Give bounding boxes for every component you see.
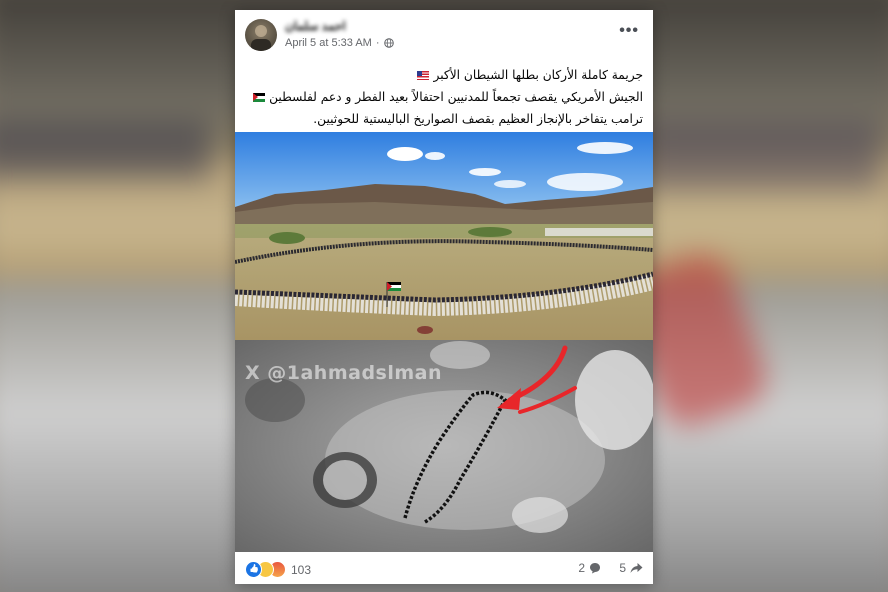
author-name[interactable]: احمد سلمان xyxy=(285,19,346,33)
post-text-line-3: ترامب يتفاخر بالإنجاز العظيم بقصف الصوار… xyxy=(313,112,643,126)
post-photo-aerial[interactable]: X @1ahmadslman xyxy=(235,340,653,552)
like-icon xyxy=(245,561,262,578)
us-flag-icon xyxy=(417,71,430,80)
reactions-summary[interactable]: 103 xyxy=(245,561,311,578)
comments-count-button[interactable]: 2 xyxy=(578,561,601,575)
facebook-post-card: احمد سلمان April 5 at 5:33 AM · ••• جريم… xyxy=(235,10,653,584)
post-header: احمد سلمان April 5 at 5:33 AM · ••• xyxy=(235,10,653,62)
post-meta: April 5 at 5:33 AM · xyxy=(285,37,394,49)
share-arrow-icon xyxy=(630,563,643,573)
comments-count: 2 xyxy=(578,561,585,575)
more-options-icon[interactable]: ••• xyxy=(619,22,639,40)
shares-count-button[interactable]: 5 xyxy=(619,561,643,575)
globe-icon xyxy=(383,38,394,48)
post-text-line-1: جريمة كاملة الأركان بطلها الشيطان الأكبر xyxy=(245,64,643,86)
post-footer: 103 2 5 xyxy=(235,552,653,584)
comment-bubble-icon xyxy=(590,563,600,574)
post-text: جريمة كاملة الأركان بطلها الشيطان الأكبر… xyxy=(245,64,643,130)
author-avatar[interactable] xyxy=(245,19,277,51)
post-photo-gathering[interactable] xyxy=(235,132,653,340)
post-timestamp[interactable]: April 5 at 5:33 AM xyxy=(285,37,372,49)
shares-count: 5 xyxy=(619,561,626,575)
palestine-flag-icon xyxy=(253,93,266,102)
photo-watermark: X @1ahmadslman xyxy=(245,362,443,384)
reactions-count: 103 xyxy=(291,562,312,577)
post-text-line-2: الجيش الأمريكي يقصف تجمعاً للمدنيين احتف… xyxy=(245,86,643,108)
